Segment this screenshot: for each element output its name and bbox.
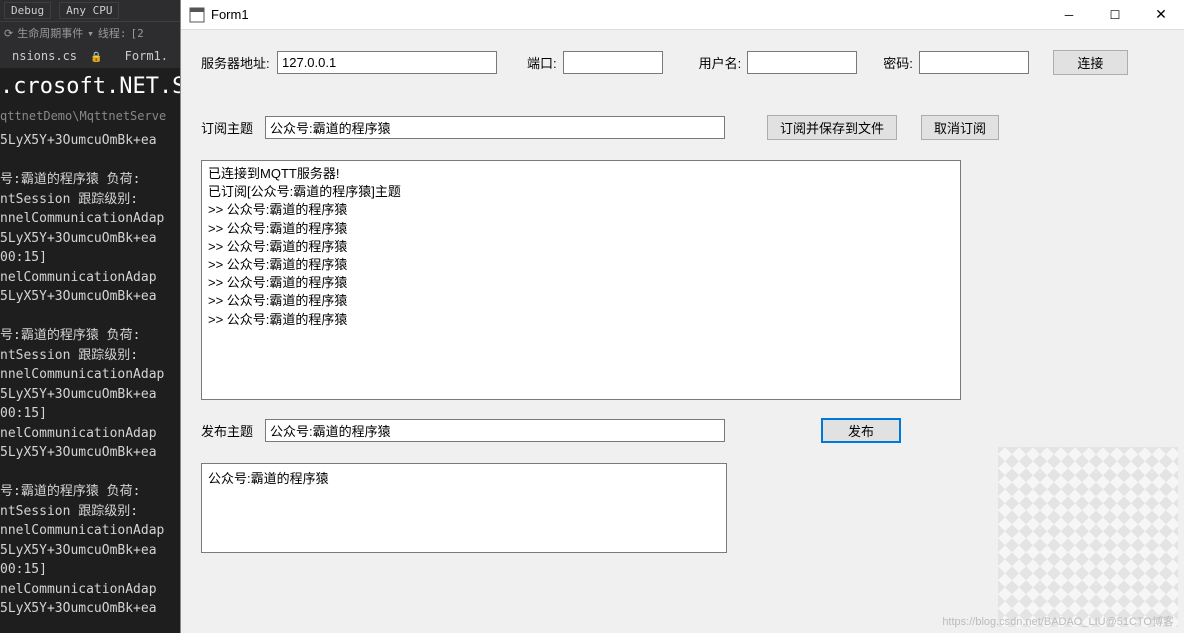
watermark-text: https://blog.csdn.net/BADAO_LIU@51CTO博客 — [942, 613, 1174, 629]
maximize-button[interactable]: ☐ — [1092, 0, 1138, 30]
publish-topic-input[interactable] — [265, 419, 725, 442]
qr-code — [998, 447, 1178, 627]
connection-row: 服务器地址: 端口: 用户名: 密码: 连接 — [201, 50, 1164, 75]
subscribe-button[interactable]: 订阅并保存到文件 — [767, 115, 897, 140]
refresh-icon[interactable]: ⟳ — [4, 27, 13, 40]
lifecycle-label: 生命周期事件 — [17, 25, 83, 41]
tab-form1[interactable]: Form1. — [119, 46, 174, 66]
window-title: Form1 — [211, 7, 249, 22]
ide-toolbar: Debug Any CPU — [0, 0, 180, 22]
ide-tabs: nsions.cs 🔒 Form1. — [0, 44, 180, 68]
thread-label: 线程: — [98, 25, 127, 41]
titlebar: Form1 ─ ☐ ✕ — [181, 0, 1184, 30]
form-window: Form1 ─ ☐ ✕ 服务器地址: 端口: 用户名: 密码: 连接 订阅主题 … — [180, 0, 1184, 633]
platform-dropdown[interactable]: Any CPU — [59, 2, 119, 19]
minimize-button[interactable]: ─ — [1046, 0, 1092, 30]
password-input[interactable] — [919, 51, 1029, 74]
tab-nsions[interactable]: nsions.cs — [6, 46, 83, 66]
message-textarea[interactable] — [201, 463, 727, 553]
ide-panel: Debug Any CPU ⟳ 生命周期事件 ▾ 线程: [2 nsions.c… — [0, 0, 180, 633]
subscribe-topic-input[interactable] — [265, 116, 725, 139]
publish-row: 发布主题 发布 — [201, 418, 1164, 443]
publish-topic-label: 发布主题 — [201, 421, 259, 440]
password-label: 密码: — [883, 53, 913, 72]
user-label: 用户名: — [699, 53, 742, 72]
subscribe-topic-label: 订阅主题 — [201, 118, 259, 137]
connect-button[interactable]: 连接 — [1053, 50, 1128, 75]
thread-value: [2 — [130, 27, 143, 40]
window-controls: ─ ☐ ✕ — [1046, 0, 1184, 30]
unsubscribe-button[interactable]: 取消订阅 — [921, 115, 999, 140]
ide-path: qttnetDemo\MqttnetServe — [0, 105, 180, 127]
server-input[interactable] — [277, 51, 497, 74]
ide-console: 5LyX5Y+3OumcuOmBk+ea 号:霸道的程序猿 负荷: ntSess… — [0, 127, 180, 633]
port-label: 端口: — [527, 53, 557, 72]
server-label: 服务器地址: — [201, 53, 271, 72]
port-input[interactable] — [563, 51, 663, 74]
form-icon — [189, 7, 205, 23]
user-input[interactable] — [747, 51, 857, 74]
publish-button[interactable]: 发布 — [821, 418, 901, 443]
code-header: .crosoft.NET.Sdk — [0, 68, 180, 105]
close-button[interactable]: ✕ — [1138, 0, 1184, 30]
subscribe-row: 订阅主题 订阅并保存到文件 取消订阅 — [201, 115, 1164, 140]
log-textarea[interactable]: 已连接到MQTT服务器! 已订阅[公众号:霸道的程序猿]主题 >> 公众号:霸道… — [201, 160, 961, 400]
ide-debug-toolbar: ⟳ 生命周期事件 ▾ 线程: [2 — [0, 22, 180, 44]
lock-icon: 🔒 — [90, 52, 102, 63]
build-config-dropdown[interactable]: Debug — [4, 2, 51, 19]
